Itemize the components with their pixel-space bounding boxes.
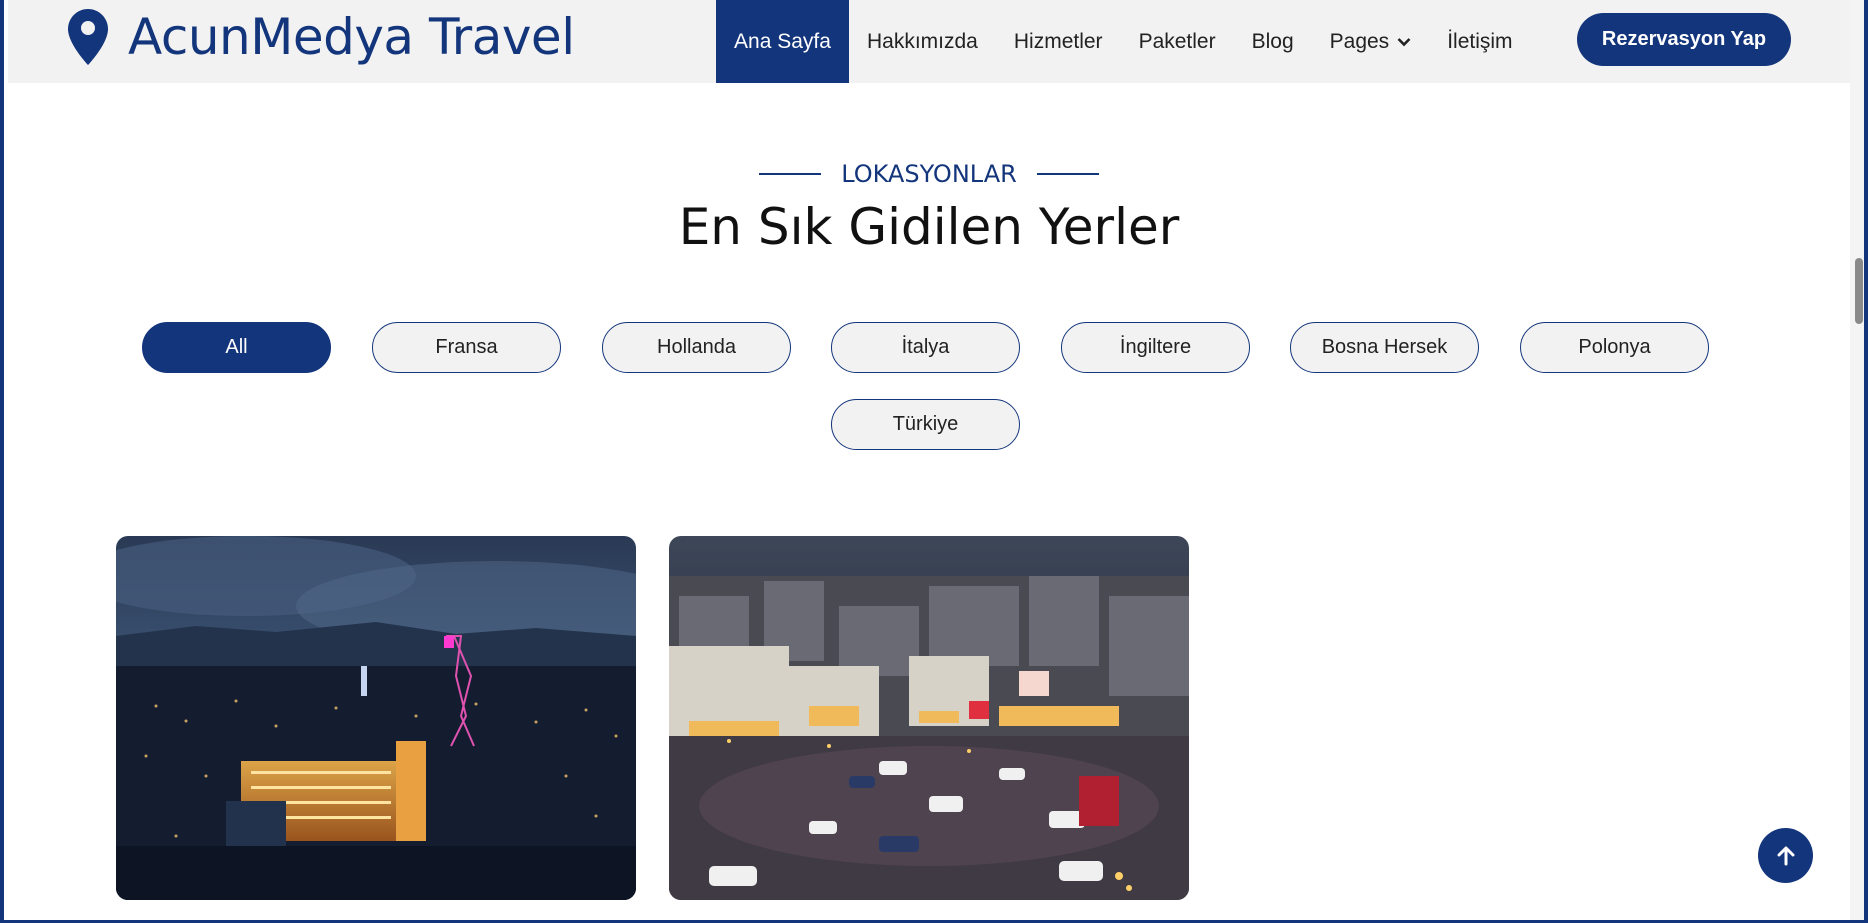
page: AcunMedya Travel Ana Sayfa Hakkımızda Hi… (0, 0, 1864, 920)
navbar: AcunMedya Travel Ana Sayfa Hakkımızda Hi… (8, 0, 1850, 83)
filter-label: Türkiye (892, 413, 959, 435)
back-to-top-button[interactable] (1758, 828, 1813, 883)
filter-label: İtalya (901, 336, 950, 358)
section-eyebrow: LOKASYONLAR (4, 160, 1854, 188)
nav-item-hakkimizda[interactable]: Hakkımızda (849, 0, 996, 83)
filter-italya[interactable]: İtalya (831, 322, 1020, 373)
brand-name: AcunMedya Travel (128, 8, 575, 66)
nav-item-pages-dropdown[interactable]: Pages (1312, 0, 1430, 83)
chevron-down-icon (1397, 37, 1411, 46)
scrollbar-thumb[interactable] (1855, 258, 1863, 324)
filter-hollanda[interactable]: Hollanda (602, 322, 791, 373)
nav-item-label: Hakkımızda (867, 29, 978, 53)
filter-turkiye[interactable]: Türkiye (831, 399, 1020, 450)
filter-label: Hollanda (657, 336, 736, 358)
map-pin-icon (68, 9, 108, 65)
arrow-up-icon (1777, 846, 1794, 865)
filter-label: İngiltere (1119, 336, 1192, 358)
night-city-square-photo (669, 536, 1189, 900)
nav-item-label: Ana Sayfa (734, 29, 831, 53)
nav-item-label: Hizmetler (1013, 29, 1103, 53)
filter-label: Bosna Hersek (1321, 336, 1448, 358)
filter-all[interactable]: All (142, 322, 331, 373)
filter-fransa[interactable]: Fransa (372, 322, 561, 373)
reservation-button[interactable]: Rezervasyon Yap (1577, 13, 1791, 66)
nav-item-label: Paketler (1138, 29, 1216, 53)
filter-ingiltere[interactable]: İngiltere (1061, 322, 1250, 373)
nav-item-paketler[interactable]: Paketler (1121, 0, 1234, 83)
nav-item-label: Blog (1251, 29, 1294, 53)
brand-logo[interactable]: AcunMedya Travel (68, 8, 575, 66)
filter-bosna-hersek[interactable]: Bosna Hersek (1290, 322, 1479, 373)
nav-item-label: İletişim (1447, 29, 1513, 53)
eyebrow-text: LOKASYONLAR (841, 160, 1017, 188)
nav-item-blog[interactable]: Blog (1234, 0, 1312, 83)
filter-label: All (225, 336, 248, 358)
divider (759, 173, 822, 175)
nav-item-label: Pages (1329, 29, 1390, 53)
location-card[interactable] (669, 536, 1189, 900)
nav-item-ana-sayfa[interactable]: Ana Sayfa (716, 0, 849, 83)
vertical-scrollbar[interactable] (1850, 0, 1864, 920)
filter-label: Polonya (1578, 336, 1651, 358)
location-card[interactable] (116, 536, 636, 900)
filter-label: Fransa (435, 336, 498, 358)
nav-item-hizmetler[interactable]: Hizmetler (996, 0, 1121, 83)
nav-item-iletisim[interactable]: İletişim (1429, 0, 1530, 83)
divider (1036, 173, 1099, 175)
night-city-skyline-photo (116, 536, 636, 900)
filter-polonya[interactable]: Polonya (1520, 322, 1709, 373)
main-nav: Ana Sayfa Hakkımızda Hizmetler Paketler … (716, 0, 1531, 83)
section-title: En Sık Gidilen Yerler (678, 198, 1180, 256)
